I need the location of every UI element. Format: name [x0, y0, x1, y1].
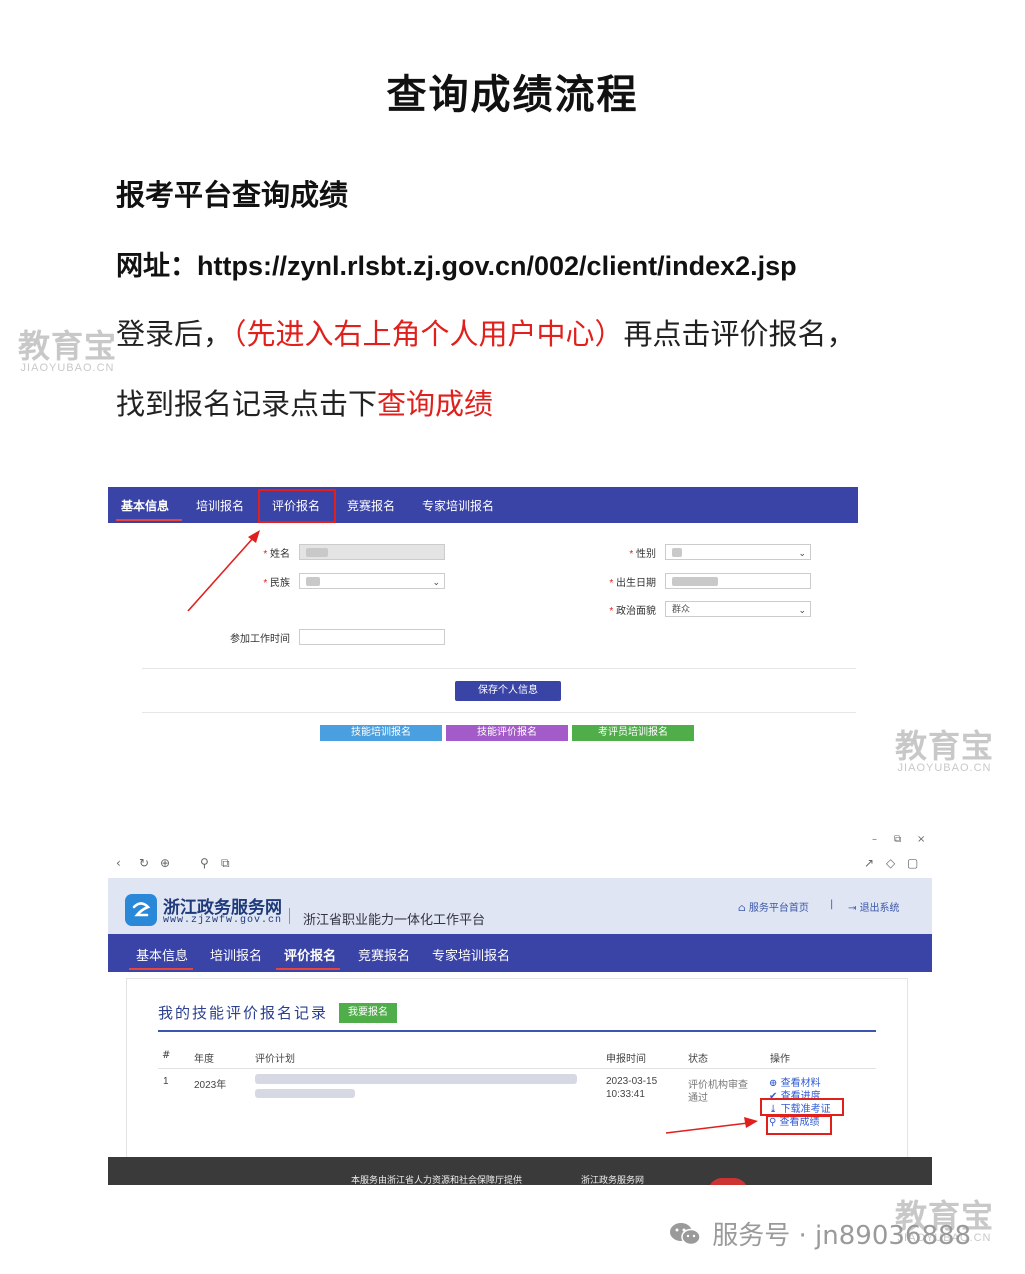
- screenshot-personal-info: 基本信息 培训报名 评价报名 竞赛报名 专家培训报名 * 姓名 * 民族 ⌄ 参…: [108, 487, 858, 747]
- red-arrow: [187, 530, 260, 612]
- line1-red: （先进入右上角个人用户中心）: [232, 317, 624, 351]
- url-text[interactable]: https://zynl.rlsbt.zj.gov.cn/002/client/…: [197, 251, 797, 281]
- document-title: 查询成绩流程: [386, 71, 639, 118]
- watermark-sub: JIAOYUBAO.CN: [20, 362, 115, 374]
- url-label: 网址：: [116, 251, 197, 282]
- line1-pre: 登录后，: [116, 317, 233, 351]
- screenshot-records: – ⧉ × ‹ ↻ ⊕ ⚲ ⧉ ↗ ◇ ▢ 浙江政务服务网 www.zjzwfw…: [108, 828, 932, 1185]
- watermark-right: 教育宝 JIAOYUBAO.CN: [895, 730, 994, 775]
- wechat-text: 服务号 · jn89036888: [712, 1221, 972, 1251]
- watermark-left: 教育宝 JIAOYUBAO.CN: [18, 330, 117, 375]
- wechat-icon: [670, 1223, 701, 1246]
- footer-right: 浙江政务服务网: [581, 1176, 645, 1185]
- footer-left: 本服务由浙江省人力资源和社会保障厅提供: [351, 1176, 523, 1185]
- line2-pre: 找到报名记录点击下: [116, 387, 378, 421]
- watermark-text: 教育宝: [895, 728, 995, 764]
- url-line: 网址：https://zynl.rlsbt.zj.gov.cn/002/clie…: [116, 244, 797, 283]
- watermark-sub: JIAOYUBAO.CN: [897, 762, 992, 774]
- line2-red: 查询成绩: [377, 387, 494, 421]
- red-arrow: [665, 1117, 758, 1134]
- line1-post: 再点击评价报名，: [623, 317, 856, 351]
- section-heading: 报考平台查询成绩: [116, 178, 349, 212]
- watermark-text: 教育宝: [18, 328, 118, 364]
- instruction-line-2: 找到报名记录点击下查询成绩: [116, 381, 493, 423]
- instruction-line-1: 登录后，（先进入右上角个人用户中心）再点击评价报名，: [116, 311, 856, 353]
- wechat-service-account: 服务号 · jn89036888: [668, 1215, 971, 1252]
